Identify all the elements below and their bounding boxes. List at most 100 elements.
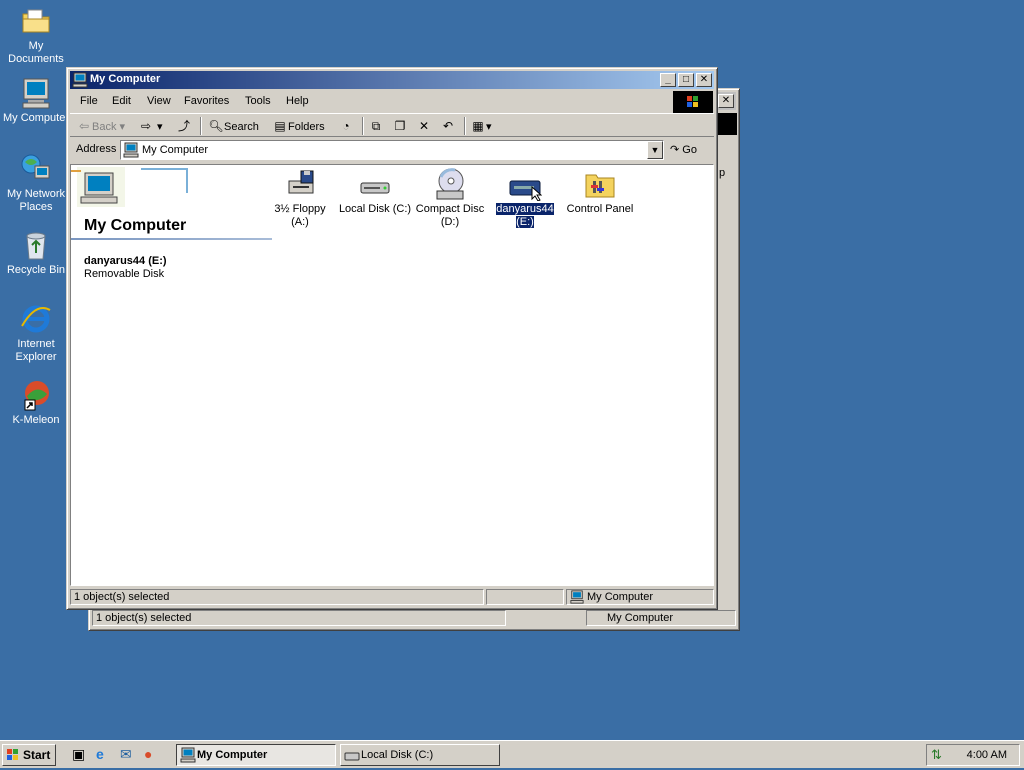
menu-bar: File Edit View Favorites Tools Help bbox=[70, 91, 714, 113]
delete-x-icon: ✕ bbox=[418, 119, 430, 133]
menu-view[interactable]: View bbox=[147, 95, 171, 107]
back-button-label: Back bbox=[92, 121, 117, 133]
menu-favorites[interactable]: Favorites bbox=[184, 95, 229, 107]
menu-tools[interactable]: Tools bbox=[245, 95, 271, 107]
folder-documents-icon bbox=[19, 4, 53, 38]
window-title: My Computer bbox=[90, 73, 161, 85]
close-button[interactable]: ✕ bbox=[696, 73, 712, 87]
undo-icon: ↶ bbox=[442, 119, 454, 133]
search-icon: 🔍︎ bbox=[208, 119, 224, 133]
clock[interactable]: 4:00 AM bbox=[967, 749, 1007, 761]
menu-file[interactable]: File bbox=[80, 95, 98, 107]
drive-local-disk-c[interactable]: Local Disk (C:) bbox=[336, 167, 414, 216]
desktop-icon-label: My Documents bbox=[8, 40, 64, 65]
back-button[interactable]: ⇦ Back ▾ bbox=[76, 117, 125, 135]
folder-view[interactable]: My Computer danyarus44 (E:) Removable Di… bbox=[70, 164, 714, 586]
drive-removable-e[interactable]: danyarus44 (E:) bbox=[486, 167, 564, 229]
info-panel-divider bbox=[71, 238, 272, 240]
go-arrow-icon: ↷ bbox=[670, 144, 680, 156]
computer-icon bbox=[180, 747, 196, 770]
show-desktop-icon[interactable]: ▣ bbox=[72, 746, 85, 763]
outlook-express-icon[interactable]: ✉ bbox=[120, 746, 132, 763]
selected-item-type: Removable Disk bbox=[84, 268, 165, 280]
folder-control-panel[interactable]: Control Panel bbox=[561, 167, 639, 216]
info-panel-heading: My Computer bbox=[84, 217, 187, 234]
drive-compact-disc-d[interactable]: Compact Disc (D:) bbox=[411, 167, 489, 229]
drive-floppy-a[interactable]: 3½ Floppy (A:) bbox=[261, 167, 339, 229]
network-tray-icon[interactable]: ⇅ bbox=[931, 747, 942, 763]
views-grid-icon: ▦ bbox=[472, 119, 484, 133]
folders-icon: ▤ bbox=[274, 119, 286, 133]
window-statusbar: 1 object(s) selected My Computer bbox=[70, 588, 714, 606]
item-label-line1: Compact Disc bbox=[415, 203, 485, 215]
selected-item-name: danyarus44 (E:) bbox=[84, 255, 167, 267]
task-local-disk-c[interactable]: Local Disk (C:) bbox=[340, 744, 500, 766]
removable-disk-icon bbox=[508, 167, 543, 202]
search-button[interactable]: 🔍︎Search bbox=[208, 117, 258, 135]
delete-button[interactable]: ✕ bbox=[416, 117, 432, 135]
task-my-computer[interactable]: My Computer bbox=[176, 744, 336, 766]
task-label: My Computer bbox=[197, 749, 268, 761]
history-button[interactable]: ◔ bbox=[338, 117, 354, 135]
desktop-icon-my-documents[interactable]: My Documents bbox=[0, 4, 72, 66]
task-label: Local Disk (C:) bbox=[361, 749, 434, 761]
info-panel-graphic bbox=[71, 165, 189, 211]
start-button[interactable]: Start bbox=[2, 744, 56, 766]
item-label-line2: (D:) bbox=[440, 216, 460, 228]
my-computer-window[interactable]: My Computer _ □ ✕ File Edit View Favorit… bbox=[66, 67, 718, 610]
up-folder-button[interactable]: ⤴ bbox=[176, 117, 192, 135]
address-dropdown-button[interactable]: ▼ bbox=[647, 141, 663, 159]
hard-disk-icon bbox=[358, 167, 392, 201]
start-label: Start bbox=[23, 748, 51, 762]
computer-icon bbox=[569, 590, 585, 607]
desktop-icon-my-computer[interactable]: My Computer bbox=[0, 76, 72, 125]
desktop-icon-label: Internet Explorer bbox=[15, 338, 57, 363]
control-panel-icon bbox=[583, 167, 617, 201]
back-window-status-right: My Computer bbox=[586, 610, 736, 626]
window-titlebar[interactable]: My Computer _ □ ✕ bbox=[70, 71, 714, 89]
computer-icon bbox=[123, 142, 139, 161]
desktop-icon-network[interactable]: My Network Places bbox=[0, 152, 72, 214]
computer-icon bbox=[72, 72, 88, 88]
item-label-line1: 3½ Floppy bbox=[274, 203, 326, 215]
windows-logo-icon bbox=[6, 748, 20, 768]
desktop-icon-recycle-bin[interactable]: Recycle Bin bbox=[0, 228, 72, 277]
k-meleon-icon[interactable]: ● bbox=[144, 746, 152, 762]
status-empty-pane bbox=[486, 589, 564, 605]
desktop-icon-internet-explorer[interactable]: Internet Explorer bbox=[0, 302, 72, 364]
move-to-button[interactable]: ⧉ bbox=[368, 117, 384, 135]
floppy-drive-icon bbox=[283, 167, 317, 201]
forward-arrow-icon: ⇨ bbox=[140, 119, 152, 133]
cd-drive-icon bbox=[433, 167, 467, 201]
maximize-button[interactable]: □ bbox=[678, 73, 694, 87]
address-value: My Computer bbox=[142, 144, 209, 156]
forward-button[interactable]: ⇨ ▾ bbox=[138, 117, 163, 135]
go-button[interactable]: ↷ Go bbox=[670, 141, 697, 159]
windows-flag-icon bbox=[673, 91, 713, 113]
up-folder-icon: ⤴ bbox=[177, 119, 190, 133]
desktop-icon-k-meleon[interactable]: K-Meleon bbox=[0, 378, 72, 427]
back-window-close-button[interactable]: ✕ bbox=[718, 94, 734, 108]
address-label: Address bbox=[76, 143, 117, 155]
copy-to-button[interactable]: ❐ bbox=[392, 117, 408, 135]
info-panel: My Computer danyarus44 (E:) Removable Di… bbox=[71, 165, 272, 365]
desktop-icon-label: Recycle Bin bbox=[6, 264, 66, 276]
menu-help[interactable]: Help bbox=[286, 95, 309, 107]
address-combobox[interactable]: My Computer ▼ bbox=[120, 140, 664, 160]
back-arrow-icon: ⇦ bbox=[78, 119, 90, 133]
standard-toolbar: ⇦ Back ▾ ⇨ ▾ ⤴ 🔍︎Search ▤ Folders ◔ ⧉ ❐ ✕ … bbox=[70, 113, 714, 137]
k-meleon-icon bbox=[19, 378, 53, 412]
item-label-line1: danyarus44 bbox=[496, 203, 554, 215]
minimize-button[interactable]: _ bbox=[660, 73, 676, 87]
views-button[interactable]: ▦ ▾ bbox=[470, 117, 491, 135]
internet-explorer-icon[interactable]: e bbox=[96, 746, 104, 762]
item-label-line1: Control Panel bbox=[566, 203, 634, 215]
network-globe-icon bbox=[19, 152, 53, 186]
menu-edit[interactable]: Edit bbox=[112, 95, 131, 107]
desktop-icon-label: My Computer bbox=[2, 112, 70, 124]
toolbar-separator bbox=[200, 117, 202, 135]
taskbar: Start ▣ e ✉ ● My Computer Local Disk (C:… bbox=[0, 740, 1024, 768]
copy-to-icon: ❐ bbox=[394, 119, 406, 133]
undo-button[interactable]: ↶ bbox=[440, 117, 456, 135]
folders-button[interactable]: ▤ Folders bbox=[272, 117, 324, 135]
